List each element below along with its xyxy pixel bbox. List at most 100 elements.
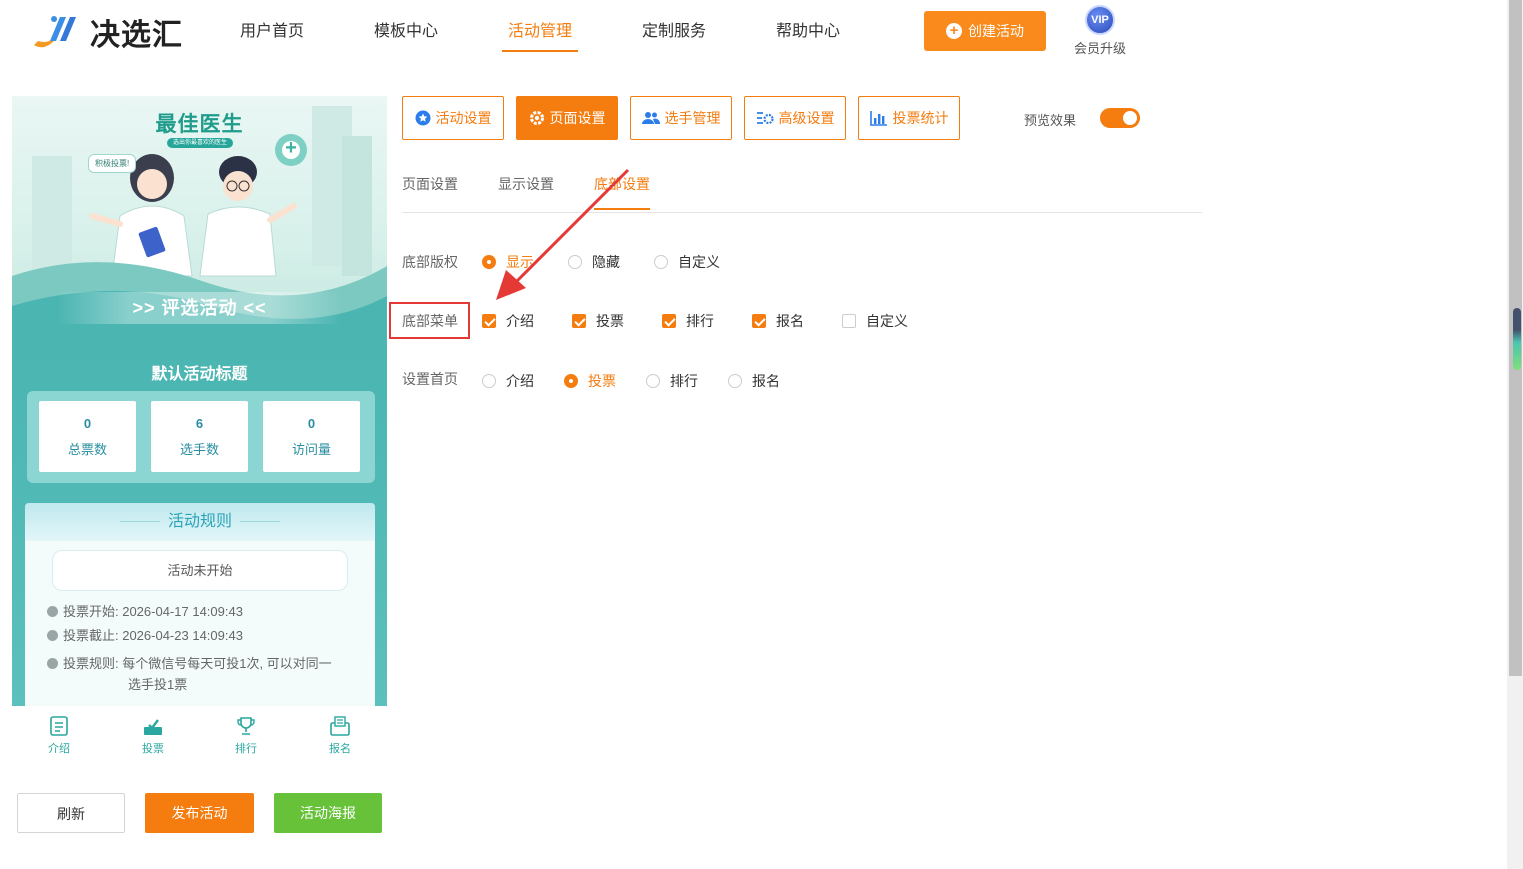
refresh-button[interactable]: 刷新 [17,793,125,833]
vote-rule: 投票规则: 每个微信号每天可投1次, 可以对同一 选手投1票 [47,653,332,695]
menu-option-custom[interactable]: 自定义 [842,311,908,331]
checkbox-checked-icon [572,314,586,328]
option-label: 自定义 [678,254,720,270]
option-label: 介绍 [506,313,534,329]
publish-button[interactable]: 发布活动 [145,793,254,833]
tab-vote[interactable]: 投票 [133,716,173,756]
nav-home[interactable]: 用户首页 [240,0,304,62]
vote-icon [144,719,162,735]
poster-button[interactable]: 活动海报 [274,793,382,833]
copyright-label: 底部版权 [402,254,458,270]
mail-icon [330,716,350,736]
checkbox-icon [842,314,856,328]
copyright-option-show[interactable]: 显示 [482,252,534,272]
option-label: 自定义 [866,313,908,329]
radio-icon [654,255,668,269]
tab-activity-settings[interactable]: 活动设置 [402,96,504,140]
tab-advanced-settings[interactable]: 高级设置 [744,96,846,140]
nav-custom-service[interactable]: 定制服务 [642,0,706,62]
tab-intro[interactable]: 介绍 [39,716,79,756]
radio-icon [568,255,582,269]
rules-card: 活动规则 活动未开始 投票开始: 2026-04-17 14:09:43 投票截… [25,503,375,706]
preview-effect-toggle[interactable] [1100,108,1140,128]
option-label: 排行 [670,373,698,389]
menu-option-vote[interactable]: 投票 [572,311,624,331]
tab-label: 投票统计 [892,110,949,126]
tab-label: 高级设置 [778,110,835,126]
option-label: 隐藏 [592,254,620,270]
preview-effect-label: 预览效果 [1024,113,1077,128]
checkbox-checked-icon [662,314,676,328]
tab-label: 选手管理 [664,110,721,126]
tab-label: 页面设置 [549,110,606,126]
tab-label: 投票 [142,743,164,755]
copyright-option-custom[interactable]: 自定义 [654,252,720,272]
tab-label: 排行 [235,743,257,755]
plus-icon: + [946,23,962,39]
nav-activity-manage[interactable]: 活动管理 [501,0,579,62]
stat-value: 0 [307,416,316,431]
copyright-option-hide[interactable]: 隐藏 [568,252,620,272]
subtab-footer-settings[interactable]: 底部设置 [594,174,650,210]
home-option-vote[interactable]: 投票 [564,371,616,391]
checkbox-checked-icon [482,314,496,328]
annotation-highlight-box [389,302,470,339]
radio-checked-icon [482,255,496,269]
sliders-icon [756,112,774,125]
nav-help[interactable]: 帮助中心 [776,0,840,62]
banner-subtitle: 选出你最喜欢的医生 [167,138,233,148]
home-option-signup[interactable]: 报名 [728,371,780,391]
brand-logo[interactable]: 决选汇 [30,10,183,54]
tab-vote-stats[interactable]: 投票统计 [858,96,960,140]
vote-start: 投票开始: 2026-04-17 14:09:43 [47,601,243,622]
menu-option-intro[interactable]: 介绍 [482,311,534,331]
option-label: 显示 [506,254,534,270]
option-label: 排行 [686,313,714,329]
menu-option-signup[interactable]: 报名 [752,311,804,331]
vote-end: 投票截止: 2026-04-23 14:09:43 [47,625,243,646]
activity-status: 活动未开始 [52,550,348,591]
activity-ribbon: >> 评选活动 << [57,292,342,324]
stat-contestants: 6 选手数 [151,401,248,472]
activity-title: 默认活动标题 [151,366,248,383]
create-activity-button[interactable]: + 创建活动 [924,11,1046,51]
medical-cross-icon [275,134,307,166]
floating-side-widget[interactable] [1513,308,1521,370]
vip-badge-icon: VIP [1085,5,1115,35]
tab-page-settings[interactable]: 页面设置 [516,96,618,140]
home-option-rank[interactable]: 排行 [646,371,698,391]
tab-contestant-manage[interactable]: 选手管理 [630,96,732,140]
preview-banner: 最佳医生 选出你最喜欢的医生 积极投票! >> 评选活动 << [12,96,387,346]
bar-chart-icon [869,111,887,126]
stat-value: 0 [83,416,92,431]
subtab-page-settings[interactable]: 页面设置 [402,174,458,208]
option-label: 介绍 [506,373,534,389]
vote-rule-line-1: 投票规则: 每个微信号每天可投1次, 可以对同一 [63,656,332,671]
gear-icon [529,111,544,125]
subtab-display-settings[interactable]: 显示设置 [498,174,554,208]
stat-value: 6 [195,416,204,431]
vote-rule-line-2: 选手投1票 [128,677,188,692]
trophy-icon [237,717,255,735]
home-option-intro[interactable]: 介绍 [482,371,534,391]
stat-total-votes: 0 总票数 [39,401,136,472]
page: 决选汇 用户首页 模板中心 活动管理 定制服务 帮助中心 + 创建活动 VIP … [0,0,1523,869]
stat-label: 总票数 [67,442,107,457]
tab-signup[interactable]: 报名 [320,716,360,756]
tab-rank[interactable]: 排行 [226,716,266,756]
users-icon [641,112,660,124]
option-label: 投票 [596,313,624,329]
stat-label: 访问量 [291,442,331,457]
tab-label: 活动设置 [435,110,492,126]
banner-title: 最佳医生 [155,113,244,136]
option-label: 投票 [588,373,616,389]
brand-name: 决选汇 [90,19,183,52]
rules-header: 活动规则 [25,503,375,541]
nav-templates[interactable]: 模板中心 [374,0,438,62]
set-home-label: 设置首页 [402,371,458,387]
radio-icon [646,374,660,388]
document-icon [50,716,68,736]
vip-upgrade[interactable]: VIP 会员升级 [1070,5,1130,57]
menu-option-rank[interactable]: 排行 [662,311,714,331]
stat-label: 选手数 [179,442,219,457]
